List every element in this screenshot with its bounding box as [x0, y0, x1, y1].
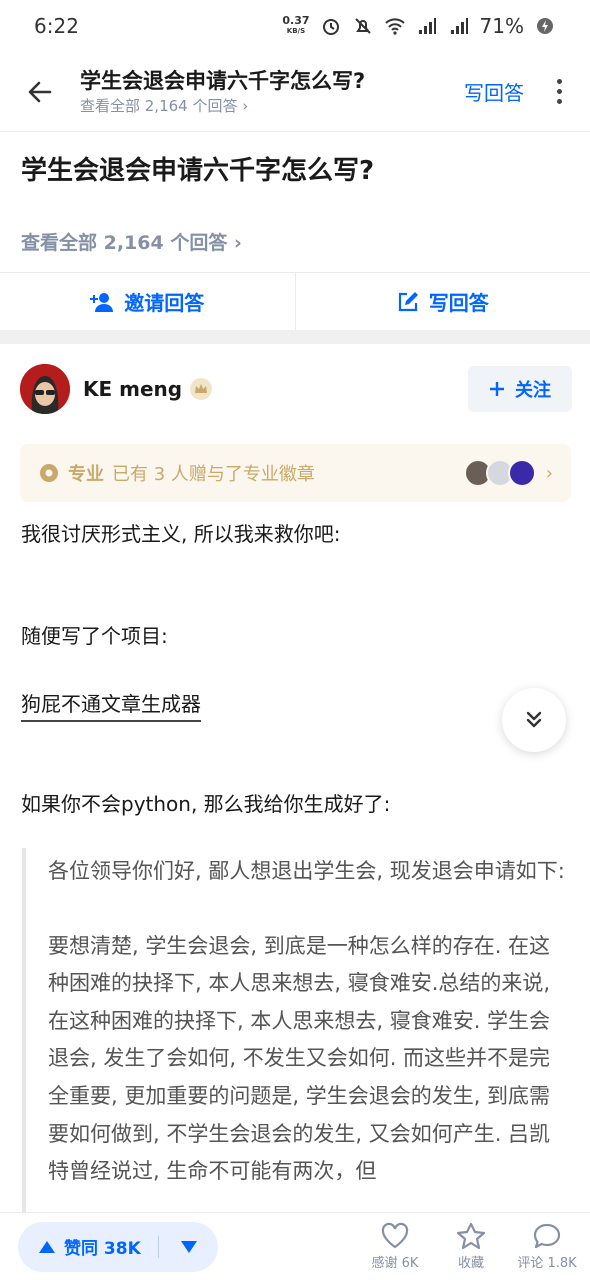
- pro-label: 专业: [68, 464, 104, 485]
- project-link-text: 狗屁不通文章生成器: [21, 692, 201, 722]
- comment-button[interactable]: 评论 1.8K: [517, 1222, 577, 1271]
- signal-icon: [416, 15, 438, 37]
- question-title: 学生会退会申请六千字怎么写?: [21, 156, 375, 186]
- collect-label: 收藏: [457, 1256, 484, 1271]
- secondary-actions: 感谢 6K 收藏 评论 1.8K: [370, 1222, 577, 1271]
- comment-icon: [533, 1223, 561, 1249]
- status-icons: 0.37 KB/S 71%: [282, 14, 556, 38]
- battery-percent: 71%: [479, 14, 524, 38]
- notification-off-icon: [352, 15, 374, 37]
- badge-givers-avatars: [463, 459, 536, 487]
- answer-paragraph: 我很讨厌形式主义, 所以我来救你吧:: [21, 522, 341, 546]
- pro-text: 已有 3 人赠与了专业徽章: [112, 464, 315, 485]
- nav-subtitle: 查看全部 2,164 个回答 ›: [80, 96, 249, 115]
- answer-paragraph: 如果你不会python, 那么我给你生成好了:: [21, 792, 391, 816]
- nav-write-answer-button[interactable]: 写回答: [464, 77, 524, 106]
- downvote-button[interactable]: [159, 1222, 218, 1272]
- invite-answer-button[interactable]: 邀请回答: [0, 273, 295, 330]
- question-actions: 邀请回答 写回答: [0, 272, 590, 330]
- add-person-icon: [90, 292, 114, 312]
- write-answer-button[interactable]: 写回答: [294, 273, 590, 330]
- star-icon: [456, 1222, 486, 1250]
- edit-icon: [398, 291, 418, 311]
- bottom-action-bar: 赞同 38K 感谢 6K 收藏 评论 1.8K: [0, 1212, 590, 1280]
- top-nav-bar: 学生会退会申请六千字怎么写? 查看全部 2,164 个回答 › 写回答: [0, 52, 590, 132]
- nav-titles[interactable]: 学生会退会申请六千字怎么写? 查看全部 2,164 个回答 ›: [80, 67, 464, 117]
- network-speed-unit: KB/S: [286, 27, 306, 35]
- nav-title: 学生会退会申请六千字怎么写?: [80, 68, 366, 93]
- thanks-button[interactable]: 感谢 6K: [370, 1222, 420, 1271]
- collapse-toggle-button[interactable]: [502, 688, 566, 752]
- follow-button[interactable]: 关注: [468, 366, 572, 412]
- battery-charging-icon: [534, 15, 556, 37]
- more-options-button[interactable]: [544, 72, 574, 112]
- heart-icon: [381, 1222, 409, 1249]
- upvote-count: 赞同 38K: [64, 1239, 141, 1259]
- generated-quote-block: 各位领导你们好, 鄙人想退出学生会, 现发退会申请如下: 要想清楚, 学生会退会…: [22, 848, 570, 1218]
- view-all-answers-link[interactable]: 查看全部 2,164 个回答 ›: [21, 228, 242, 255]
- author-name[interactable]: KE meng: [83, 377, 182, 401]
- comment-label: 评论 1.8K: [517, 1256, 577, 1271]
- status-bar: 6:22 0.37 KB/S 71%: [0, 0, 590, 52]
- chevron-right-icon: ›: [545, 462, 553, 484]
- double-chevron-down-icon: [526, 711, 542, 728]
- back-button[interactable]: [0, 52, 80, 132]
- collect-button[interactable]: 收藏: [446, 1222, 496, 1271]
- write-answer-label: 写回答: [428, 291, 489, 315]
- follow-label: 关注: [515, 380, 551, 401]
- upvote-button[interactable]: 赞同 38K: [18, 1222, 158, 1272]
- pro-badge-banner[interactable]: 专业 已有 3 人赠与了专业徽章 ›: [20, 444, 571, 502]
- triangle-up-icon: [39, 1240, 55, 1253]
- avatar: [507, 459, 536, 487]
- thanks-label: 感谢 6K: [371, 1256, 419, 1271]
- invite-answer-label: 邀请回答: [124, 291, 205, 315]
- section-divider: [0, 330, 590, 344]
- more-dot-icon: [556, 79, 562, 84]
- author-row: KE meng 关注: [20, 362, 572, 416]
- wifi-icon: [384, 15, 406, 37]
- arrow-left-icon: [28, 81, 52, 102]
- plus-icon: [490, 382, 504, 396]
- status-time: 6:22: [34, 14, 79, 38]
- more-dot-icon: [556, 89, 562, 94]
- project-link[interactable]: 狗屁不通文章生成器: [21, 688, 201, 722]
- more-dot-icon: [556, 99, 562, 104]
- network-speed: 0.37 KB/S: [282, 15, 309, 37]
- author-avatar[interactable]: [20, 364, 70, 414]
- answer-paragraph: 随便写了个项目:: [21, 624, 168, 648]
- pro-badge-icon: [190, 378, 213, 400]
- quote-paragraph: 要想清楚, 学生会退会, 到底是一种怎么样的存在. 在这种困难的抉择下, 本人思…: [48, 933, 551, 1184]
- triangle-down-icon: [180, 1240, 197, 1253]
- alarm-icon: [320, 15, 342, 37]
- quote-paragraph: 各位领导你们好, 鄙人想退出学生会, 现发退会申请如下:: [48, 859, 565, 883]
- signal-2-icon: [448, 15, 470, 37]
- vote-pill: 赞同 38K: [18, 1221, 218, 1272]
- pro-gear-icon: [40, 464, 58, 482]
